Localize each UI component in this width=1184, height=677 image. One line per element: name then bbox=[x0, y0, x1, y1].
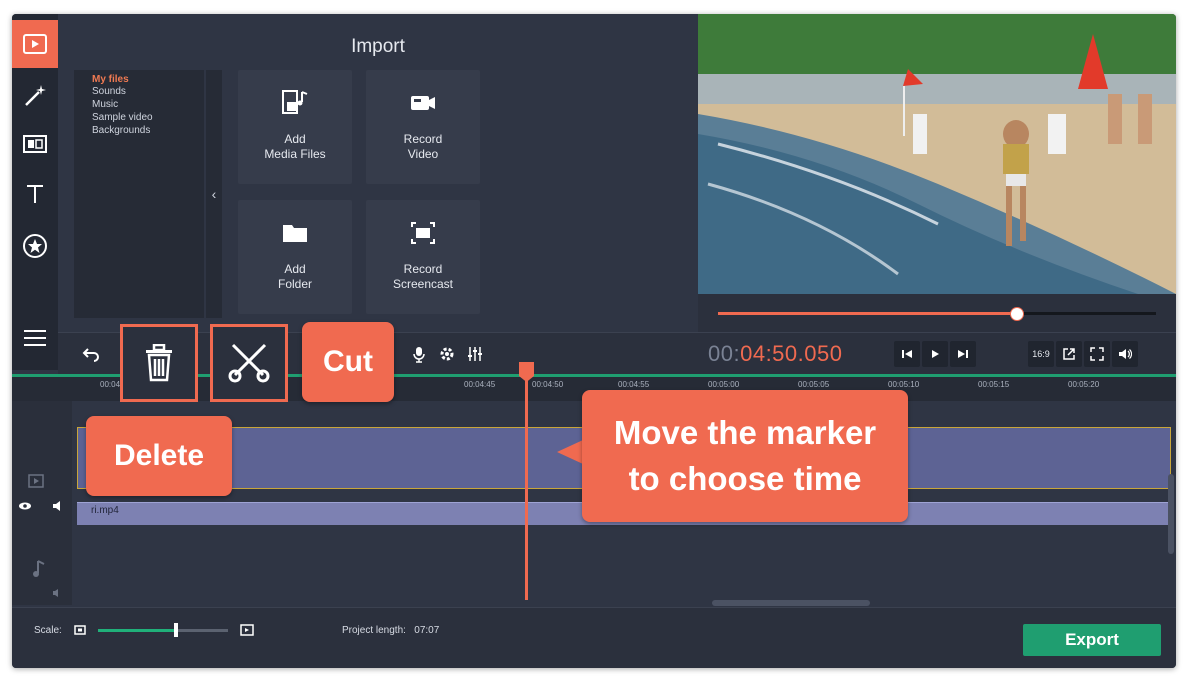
color-adjust-button[interactable] bbox=[462, 341, 488, 367]
camera-icon bbox=[411, 96, 435, 110]
clip-properties-button[interactable] bbox=[434, 341, 460, 367]
stickers-tool-button[interactable] bbox=[12, 222, 58, 270]
scale-label: Scale: bbox=[34, 625, 62, 636]
undo-button[interactable] bbox=[78, 341, 104, 367]
horizontal-scrollbar[interactable] bbox=[712, 600, 870, 606]
video-preview[interactable] bbox=[698, 14, 1176, 294]
zoom-in-icon[interactable] bbox=[240, 623, 254, 637]
audio-clip-name: ri.mp4 bbox=[91, 505, 119, 516]
video-editor-window: Import My files Sounds Music Sample vide… bbox=[12, 14, 1176, 668]
titles-tool-button[interactable] bbox=[12, 170, 58, 218]
seek-bar-area bbox=[698, 294, 1176, 332]
video-track-icon bbox=[28, 474, 44, 488]
media-files-icon bbox=[282, 90, 308, 114]
marker-callout: Move the marker to choose time bbox=[582, 390, 908, 522]
screencast-icon bbox=[411, 222, 435, 244]
play-icon bbox=[932, 350, 939, 358]
more-tools-button[interactable] bbox=[12, 314, 58, 362]
add-folder-button[interactable]: Add Folder bbox=[238, 200, 352, 314]
record-screencast-label: Record Screencast bbox=[392, 262, 454, 291]
transition-icon bbox=[23, 135, 47, 153]
list-menu-icon bbox=[24, 330, 46, 346]
filters-tool-button[interactable] bbox=[12, 72, 58, 120]
cut-callout: Cut bbox=[302, 322, 394, 402]
transitions-tool-button[interactable] bbox=[12, 120, 58, 168]
skip-forward-icon bbox=[958, 350, 968, 358]
previous-button[interactable] bbox=[894, 341, 920, 367]
music-volume-icon[interactable] bbox=[52, 589, 64, 597]
marker-callout-line2: to choose time bbox=[628, 460, 862, 497]
tick-label: 00:04:45 bbox=[464, 380, 496, 389]
record-screencast-button[interactable]: Record Screencast bbox=[366, 200, 480, 314]
file-category-list: My files Sounds Music Sample video Backg… bbox=[74, 70, 204, 318]
tick-label: 00:05:05 bbox=[798, 380, 830, 389]
marker-callout-line1: Move the marker bbox=[613, 414, 877, 451]
playhead-line[interactable] bbox=[525, 374, 528, 600]
film-icon bbox=[23, 34, 47, 54]
next-button[interactable] bbox=[950, 341, 976, 367]
visibility-eye-icon[interactable] bbox=[18, 501, 32, 511]
playback-controls: 00:04:50.050 16:9 bbox=[698, 332, 1176, 377]
delete-callout: Delete bbox=[86, 416, 232, 496]
tick-label: 00:05:20 bbox=[1068, 380, 1100, 389]
import-title: Import bbox=[351, 36, 405, 57]
record-video-label: Record Video bbox=[403, 132, 443, 161]
volume-icon bbox=[1119, 349, 1132, 359]
skip-back-icon bbox=[902, 350, 912, 358]
tick-label: 00:04:55 bbox=[618, 380, 650, 389]
detach-player-button[interactable] bbox=[1056, 341, 1082, 367]
cut-button[interactable] bbox=[210, 324, 288, 402]
bottom-bar: Scale: Project length: 07:07 Export bbox=[12, 607, 1176, 668]
trash-icon bbox=[146, 344, 172, 382]
fullscreen-icon bbox=[1090, 347, 1104, 361]
gear-icon bbox=[440, 347, 454, 361]
delete-button[interactable] bbox=[120, 324, 198, 402]
seek-progress bbox=[718, 312, 1016, 315]
export-button[interactable]: Export bbox=[1023, 624, 1161, 656]
magic-wand-icon bbox=[25, 85, 46, 106]
marker-callout-pointer bbox=[557, 440, 583, 464]
beach-scene-image bbox=[698, 14, 1176, 294]
scissors-icon bbox=[228, 343, 270, 383]
text-icon bbox=[27, 185, 43, 203]
import-tool-button[interactable] bbox=[12, 20, 58, 68]
add-folder-label: Add Folder bbox=[277, 262, 312, 291]
scale-slider-fill bbox=[98, 629, 176, 632]
undo-icon bbox=[82, 348, 99, 362]
volume-button[interactable] bbox=[1112, 341, 1138, 367]
category-music[interactable]: Music bbox=[92, 99, 118, 111]
project-length: Project length: 07:07 bbox=[342, 625, 440, 636]
add-media-label: Add Media Files bbox=[264, 132, 326, 161]
category-sounds[interactable]: Sounds bbox=[92, 86, 126, 98]
zoom-out-icon[interactable] bbox=[74, 624, 86, 636]
seek-handle[interactable] bbox=[1010, 307, 1024, 321]
import-panel: Import My files Sounds Music Sample vide… bbox=[58, 14, 698, 332]
folder-icon bbox=[283, 225, 307, 242]
microphone-icon bbox=[413, 347, 425, 363]
aspect-ratio-button[interactable]: 16:9 bbox=[1028, 341, 1054, 367]
record-voice-button[interactable] bbox=[406, 341, 432, 367]
tick-label: 00:05:15 bbox=[978, 380, 1010, 389]
equalizer-icon bbox=[468, 347, 482, 361]
tick-label: 00:04:50 bbox=[532, 380, 564, 389]
fullscreen-button[interactable] bbox=[1084, 341, 1110, 367]
category-backgrounds[interactable]: Backgrounds bbox=[92, 125, 150, 137]
play-button[interactable] bbox=[922, 341, 948, 367]
external-window-icon bbox=[1063, 348, 1075, 360]
collapse-list-button[interactable]: ‹ bbox=[206, 70, 222, 318]
star-badge-icon bbox=[23, 234, 47, 258]
music-note-icon bbox=[33, 560, 45, 577]
timecode-display: 00:04:50.050 bbox=[708, 341, 843, 366]
tick-label: 00:05:00 bbox=[708, 380, 740, 389]
left-toolbar bbox=[12, 14, 58, 370]
add-media-files-button[interactable]: Add Media Files bbox=[238, 70, 352, 184]
vertical-scrollbar[interactable] bbox=[1168, 474, 1174, 554]
category-sample-video[interactable]: Sample video bbox=[92, 112, 153, 124]
track-headers bbox=[12, 401, 72, 605]
tick-label: 00:05:10 bbox=[888, 380, 920, 389]
track-volume-icon[interactable] bbox=[52, 501, 66, 511]
scale-slider-handle[interactable] bbox=[174, 623, 178, 637]
record-video-button[interactable]: Record Video bbox=[366, 70, 480, 184]
category-my-files[interactable]: My files bbox=[92, 74, 129, 86]
